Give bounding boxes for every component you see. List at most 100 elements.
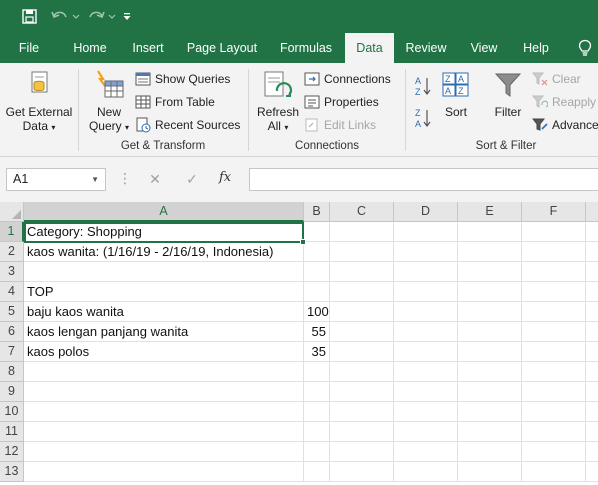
cell-b2[interactable]	[304, 242, 330, 262]
cell-f8[interactable]	[522, 362, 586, 382]
cell-a9[interactable]	[24, 382, 304, 402]
row-header-3[interactable]: 3	[0, 262, 24, 282]
refresh-all-button[interactable]: Refresh All ▾	[254, 69, 302, 135]
cell-c1[interactable]	[330, 222, 394, 242]
row-header-12[interactable]: 12	[0, 442, 24, 462]
cell-c5[interactable]	[330, 302, 394, 322]
cell-b5[interactable]: 100	[304, 302, 330, 322]
cell-b12[interactable]	[304, 442, 330, 462]
select-all-button[interactable]	[0, 202, 24, 222]
cell-e2[interactable]	[458, 242, 522, 262]
cell-a4[interactable]: TOP	[24, 282, 304, 302]
column-header-g[interactable]	[586, 202, 598, 222]
cell-c3[interactable]	[330, 262, 394, 282]
tab-review[interactable]: Review	[400, 33, 452, 63]
chevron-down-icon[interactable]: ▼	[91, 169, 99, 190]
tab-formulas[interactable]: Formulas	[272, 33, 340, 63]
row-header-2[interactable]: 2	[0, 242, 24, 262]
filter-button[interactable]: Filter	[488, 71, 528, 119]
cell-e6[interactable]	[458, 322, 522, 342]
name-box[interactable]: A1 ▼	[6, 168, 106, 191]
cell-d5[interactable]	[394, 302, 458, 322]
cell-c6[interactable]	[330, 322, 394, 342]
cell-d7[interactable]	[394, 342, 458, 362]
cell-f2[interactable]	[522, 242, 586, 262]
column-header-a[interactable]: A	[24, 202, 304, 222]
cell-d12[interactable]	[394, 442, 458, 462]
cell-d3[interactable]	[394, 262, 458, 282]
cell-b7[interactable]: 35	[304, 342, 330, 362]
customize-icon[interactable]	[120, 0, 134, 33]
cell-f13[interactable]	[522, 462, 586, 482]
formula-input[interactable]	[249, 168, 598, 191]
cell-d11[interactable]	[394, 422, 458, 442]
recent-sources-button[interactable]: Recent Sources	[134, 115, 240, 135]
cell-d1[interactable]	[394, 222, 458, 242]
cell-c9[interactable]	[330, 382, 394, 402]
sort-az-icon[interactable]: AZ	[414, 75, 432, 100]
row-header-5[interactable]: 5	[0, 302, 24, 322]
row-header-7[interactable]: 7	[0, 342, 24, 362]
cell-d6[interactable]	[394, 322, 458, 342]
cell-g12[interactable]	[586, 442, 598, 462]
cell-d4[interactable]	[394, 282, 458, 302]
cell-a7[interactable]: kaos polos	[24, 342, 304, 362]
cell-a1[interactable]: Category: Shopping	[24, 222, 304, 242]
cell-f1[interactable]	[522, 222, 586, 242]
fill-handle[interactable]	[300, 239, 306, 245]
row-header-8[interactable]: 8	[0, 362, 24, 382]
cell-a8[interactable]	[24, 362, 304, 382]
cell-a11[interactable]	[24, 422, 304, 442]
reapply-button[interactable]: Reapply	[531, 92, 596, 112]
cell-a12[interactable]	[24, 442, 304, 462]
cell-a2[interactable]: kaos wanita: (1/16/19 - 2/16/19, Indones…	[24, 242, 304, 262]
cell-g13[interactable]	[586, 462, 598, 482]
from-table-button[interactable]: From Table	[134, 92, 215, 112]
cell-g7[interactable]	[586, 342, 598, 362]
tab-file[interactable]: File	[10, 33, 48, 63]
cancel-icon[interactable]: ✕	[146, 170, 164, 188]
cell-b9[interactable]	[304, 382, 330, 402]
cell-g3[interactable]	[586, 262, 598, 282]
cell-e9[interactable]	[458, 382, 522, 402]
row-header-11[interactable]: 11	[0, 422, 24, 442]
save-icon[interactable]	[16, 0, 42, 33]
more-icon[interactable]: ⋮	[118, 171, 132, 185]
column-header-f[interactable]: F	[522, 202, 586, 222]
cell-a3[interactable]	[24, 262, 304, 282]
cell-a6[interactable]: kaos lengan panjang wanita	[24, 322, 304, 342]
cell-b1[interactable]	[304, 222, 330, 242]
row-header-4[interactable]: 4	[0, 282, 24, 302]
cell-c7[interactable]	[330, 342, 394, 362]
cell-b4[interactable]	[304, 282, 330, 302]
cell-e10[interactable]	[458, 402, 522, 422]
cell-g6[interactable]	[586, 322, 598, 342]
cell-b10[interactable]	[304, 402, 330, 422]
cell-b8[interactable]	[304, 362, 330, 382]
cell-g9[interactable]	[586, 382, 598, 402]
lightbulb-icon[interactable]	[575, 33, 595, 63]
row-header-13[interactable]: 13	[0, 462, 24, 482]
show-queries-button[interactable]: Show Queries	[134, 69, 230, 89]
cell-f3[interactable]	[522, 262, 586, 282]
cell-c10[interactable]	[330, 402, 394, 422]
cell-g10[interactable]	[586, 402, 598, 422]
cell-f10[interactable]	[522, 402, 586, 422]
cell-e1[interactable]	[458, 222, 522, 242]
cell-f5[interactable]	[522, 302, 586, 322]
row-header-9[interactable]: 9	[0, 382, 24, 402]
cell-e11[interactable]	[458, 422, 522, 442]
undo-icon[interactable]	[48, 0, 82, 33]
cell-e4[interactable]	[458, 282, 522, 302]
properties-button[interactable]: Properties	[303, 92, 379, 112]
cell-g11[interactable]	[586, 422, 598, 442]
connections-button[interactable]: Connections	[303, 69, 391, 89]
cell-c4[interactable]	[330, 282, 394, 302]
column-header-e[interactable]: E	[458, 202, 522, 222]
tab-view[interactable]: View	[462, 33, 506, 63]
enter-icon[interactable]: ✓	[183, 170, 201, 188]
new-query-button[interactable]: New Query ▾	[86, 69, 132, 135]
cell-f9[interactable]	[522, 382, 586, 402]
cell-g5[interactable]	[586, 302, 598, 322]
cell-f6[interactable]	[522, 322, 586, 342]
